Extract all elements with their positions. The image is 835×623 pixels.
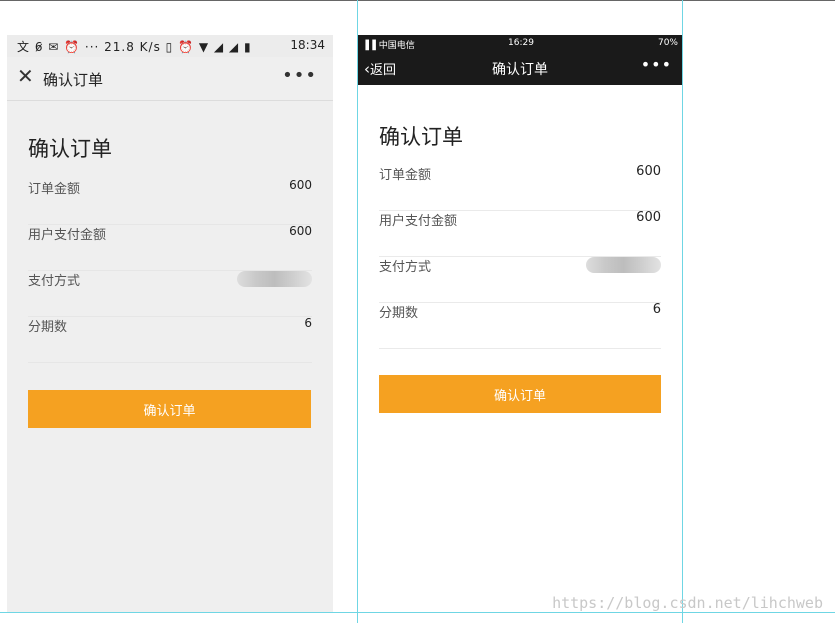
row-label: 用户支付金额 [379,214,458,229]
row-label: 用户支付金额 [28,228,107,243]
guide-line [682,0,683,623]
row-label: 分期数 [379,306,419,321]
ios-screen: ▐▐ 中国电信 16:29 70% ‹返回 确认订单 ••• 确认订单 订单金额… [358,35,682,612]
ios-header: ▐▐ 中国电信 16:29 70% ‹返回 确认订单 ••• [358,35,682,85]
installments-row: 分期数 6 [379,302,661,349]
more-icon[interactable]: ••• [282,65,317,86]
payment-method-row: 支付方式 [379,256,661,303]
confirm-order-button[interactable]: 确认订单 [379,375,661,413]
blurred-value [237,271,312,287]
carrier-label: ▐▐ 中国电信 [362,41,415,51]
user-payment-row: 用户支付金额 600 [379,210,661,257]
status-time: 18:34 [290,38,325,52]
status-time: 16:29 [508,38,534,48]
row-label: 支付方式 [28,274,81,289]
watermark: https://blog.csdn.net/lihchweb [552,594,823,612]
status-icons: 文 6̷ ✉ ⏰ ··· 21.8 K/s ▯ ⏰ ▼ ◢ ◢ ▮ [17,40,252,54]
more-icon[interactable]: ••• [641,55,672,74]
payment-method-row: 支付方式 [28,270,312,317]
blurred-value [586,257,661,273]
order-amount-row: 订单金额 600 [379,164,661,211]
row-label: 支付方式 [379,260,432,275]
guide-line [0,612,835,613]
row-label: 分期数 [28,320,68,335]
page-title: 确认订单 [379,125,463,149]
row-label: 订单金额 [28,182,81,197]
close-icon[interactable]: ✕ [17,66,34,86]
android-nav-bar: ✕ 确认订单 ••• [7,57,333,101]
ios-status-bar: ▐▐ 中国电信 16:29 70% [358,35,682,51]
installments-row: 分期数 6 [28,316,312,363]
confirm-order-button[interactable]: 确认订单 [28,390,311,428]
battery-label: 70% [657,38,678,48]
row-value: 600 [636,164,661,179]
row-value: 6 [652,302,661,317]
nav-title: 确认订单 [43,71,104,89]
order-amount-row: 订单金额 600 [28,178,312,225]
top-border [0,0,835,1]
nav-title: 确认订单 [492,62,548,78]
android-screen: 文 6̷ ✉ ⏰ ··· 21.8 K/s ▯ ⏰ ▼ ◢ ◢ ▮ 18:34 … [7,35,333,612]
row-value: 600 [289,178,312,192]
row-value: 600 [636,210,661,225]
android-status-bar: 文 6̷ ✉ ⏰ ··· 21.8 K/s ▯ ⏰ ▼ ◢ ◢ ▮ 18:34 [7,35,333,57]
user-payment-row: 用户支付金额 600 [28,224,312,271]
row-value: 6 [304,316,312,330]
page-title: 确认订单 [28,137,112,161]
row-value: 600 [289,224,312,238]
row-label: 订单金额 [379,168,432,183]
